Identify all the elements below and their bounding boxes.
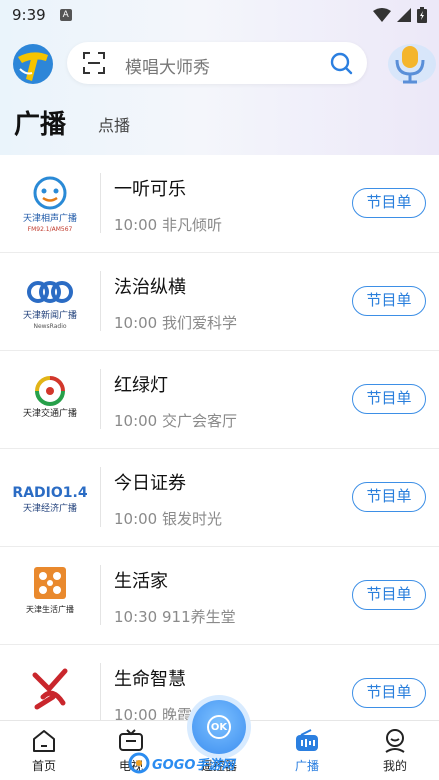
station-name: 生活家 bbox=[114, 571, 168, 592]
schedule-button[interactable]: 节目单 bbox=[352, 286, 426, 316]
station-logo-subtext: NewsRadio bbox=[33, 323, 66, 330]
schedule-button[interactable]: 节目单 bbox=[352, 482, 426, 512]
station-name: 生命智慧 bbox=[114, 669, 186, 690]
news-radio-logo: 天津新闻广播 NewsRadio bbox=[13, 265, 87, 339]
schedule-button[interactable]: 节目单 bbox=[352, 188, 426, 218]
watermark-text: GOGO手游网 bbox=[152, 757, 235, 773]
nav-label: 广播 bbox=[294, 759, 319, 773]
program-title: 非凡倾听 bbox=[162, 216, 223, 234]
nav-home[interactable]: 首页 bbox=[9, 727, 79, 774]
program-title: 我们爱科学 bbox=[162, 314, 238, 332]
row-divider bbox=[100, 663, 101, 723]
nav-label: 我的 bbox=[382, 759, 407, 773]
station-row[interactable]: 天津相声广播 FM92.1/AM567 一听可乐 10:00 非凡倾听 节目单 bbox=[0, 155, 439, 253]
row-divider bbox=[100, 369, 101, 429]
traffic-radio-logo: 天津交通广播 bbox=[13, 363, 87, 437]
tab-on-demand[interactable]: 点播 bbox=[98, 112, 130, 136]
station-logo-text: 天津相声广播 bbox=[23, 212, 77, 224]
search-input[interactable]: 模唱大师秀 bbox=[125, 53, 210, 78]
tab-broadcast[interactable]: 广播 bbox=[14, 104, 66, 141]
life-radio-logo: 天津生活广播 bbox=[13, 559, 87, 633]
station-logo-text: 天津生活广播 bbox=[26, 604, 74, 614]
nav-radio[interactable]: 广播 bbox=[272, 727, 342, 774]
station-row[interactable]: 天津生活广播 生活家 10:30 911养生堂 节目单 bbox=[0, 547, 439, 645]
scan-icon[interactable] bbox=[83, 52, 105, 74]
program-info: 10:00 我们爱科学 bbox=[114, 312, 237, 333]
app-logo[interactable] bbox=[12, 43, 54, 85]
program-time: 10:00 bbox=[114, 314, 158, 332]
schedule-button[interactable]: 节目单 bbox=[352, 384, 426, 414]
row-divider bbox=[100, 173, 101, 233]
station-row[interactable]: 天津交通广播 红绿灯 10:00 交广会客厅 节目单 bbox=[0, 351, 439, 449]
economic-radio-logo: RADIO1.4 天津经济广播 bbox=[13, 461, 87, 535]
station-row[interactable]: 天津新闻广播 NewsRadio 法治纵横 10:00 我们爱科学 节目单 bbox=[0, 253, 439, 351]
status-bar: 9:39 A bbox=[0, 0, 439, 30]
station-logo: 天津生活广播 bbox=[13, 559, 87, 633]
status-time: 9:39 bbox=[12, 6, 46, 24]
wifi-icon bbox=[373, 8, 391, 22]
nav-label: 首页 bbox=[31, 759, 56, 773]
schedule-button[interactable]: 节目单 bbox=[352, 678, 426, 708]
program-time: 10:00 bbox=[114, 412, 158, 430]
program-time: 10:00 bbox=[114, 510, 158, 528]
search-icon[interactable] bbox=[329, 51, 353, 75]
row-divider bbox=[100, 467, 101, 527]
radio-icon bbox=[296, 729, 318, 751]
station-name: 今日证券 bbox=[114, 473, 186, 494]
row-divider bbox=[100, 271, 101, 331]
station-row[interactable]: RADIO1.4 天津经济广播 今日证券 10:00 银发时光 节目单 bbox=[0, 449, 439, 547]
program-info: 10:30 911养生堂 bbox=[114, 606, 236, 627]
station-name: 法治纵横 bbox=[114, 277, 186, 298]
signal-icon bbox=[397, 8, 411, 22]
program-info: 10:00 交广会客厅 bbox=[114, 410, 237, 431]
station-list: 天津相声广播 FM92.1/AM567 一听可乐 10:00 非凡倾听 节目单 … bbox=[0, 155, 439, 743]
voice-mic-icon[interactable] bbox=[384, 40, 436, 86]
nav-profile[interactable]: 我的 bbox=[360, 727, 430, 774]
program-title: 交广会客厅 bbox=[162, 412, 238, 430]
program-info: 10:00 银发时光 bbox=[114, 508, 222, 529]
station-logo-text: 天津新闻广播 bbox=[23, 309, 77, 321]
station-name: 一听可乐 bbox=[114, 179, 186, 200]
station-logo: RADIO1.4 天津经济广播 bbox=[13, 461, 87, 535]
header: 模唱大师秀 bbox=[0, 38, 439, 88]
station-logo: 天津相声广播 FM92.1/AM567 bbox=[13, 167, 87, 241]
watermark: GOGO手游网 bbox=[128, 752, 234, 774]
crosstalk-radio-logo: 天津相声广播 FM92.1/AM567 bbox=[13, 167, 87, 241]
station-logo: 天津交通广播 bbox=[13, 363, 87, 437]
station-logo: 天津新闻广播 NewsRadio bbox=[13, 265, 87, 339]
notification-icon: A bbox=[59, 9, 72, 21]
station-logo-text: 天津交通广播 bbox=[23, 407, 77, 419]
station-logo-text: 天津经济广播 bbox=[23, 502, 77, 514]
program-time: 10:30 bbox=[114, 608, 158, 626]
program-title: 911养生堂 bbox=[162, 608, 236, 626]
schedule-button[interactable]: 节目单 bbox=[352, 580, 426, 610]
category-tabs: 广播 点播 bbox=[0, 100, 439, 144]
watermark-logo-icon bbox=[128, 752, 150, 774]
status-icons bbox=[373, 7, 427, 23]
program-time: 10:00 bbox=[114, 216, 158, 234]
row-divider bbox=[100, 565, 101, 625]
profile-icon bbox=[385, 729, 405, 753]
station-logo-subtext: RADIO1.4 bbox=[13, 485, 87, 501]
station-name: 红绿灯 bbox=[114, 375, 168, 396]
station-logo-subtext: FM92.1/AM567 bbox=[28, 226, 73, 233]
battery-icon bbox=[417, 7, 427, 23]
ok-label: OK bbox=[207, 715, 231, 739]
program-title: 银发时光 bbox=[162, 510, 223, 528]
tv-icon bbox=[119, 729, 143, 751]
program-info: 10:00 非凡倾听 bbox=[114, 214, 222, 235]
search-bar[interactable]: 模唱大师秀 bbox=[67, 42, 367, 84]
remote-ok-button[interactable]: OK bbox=[192, 700, 246, 754]
home-icon bbox=[33, 730, 55, 752]
